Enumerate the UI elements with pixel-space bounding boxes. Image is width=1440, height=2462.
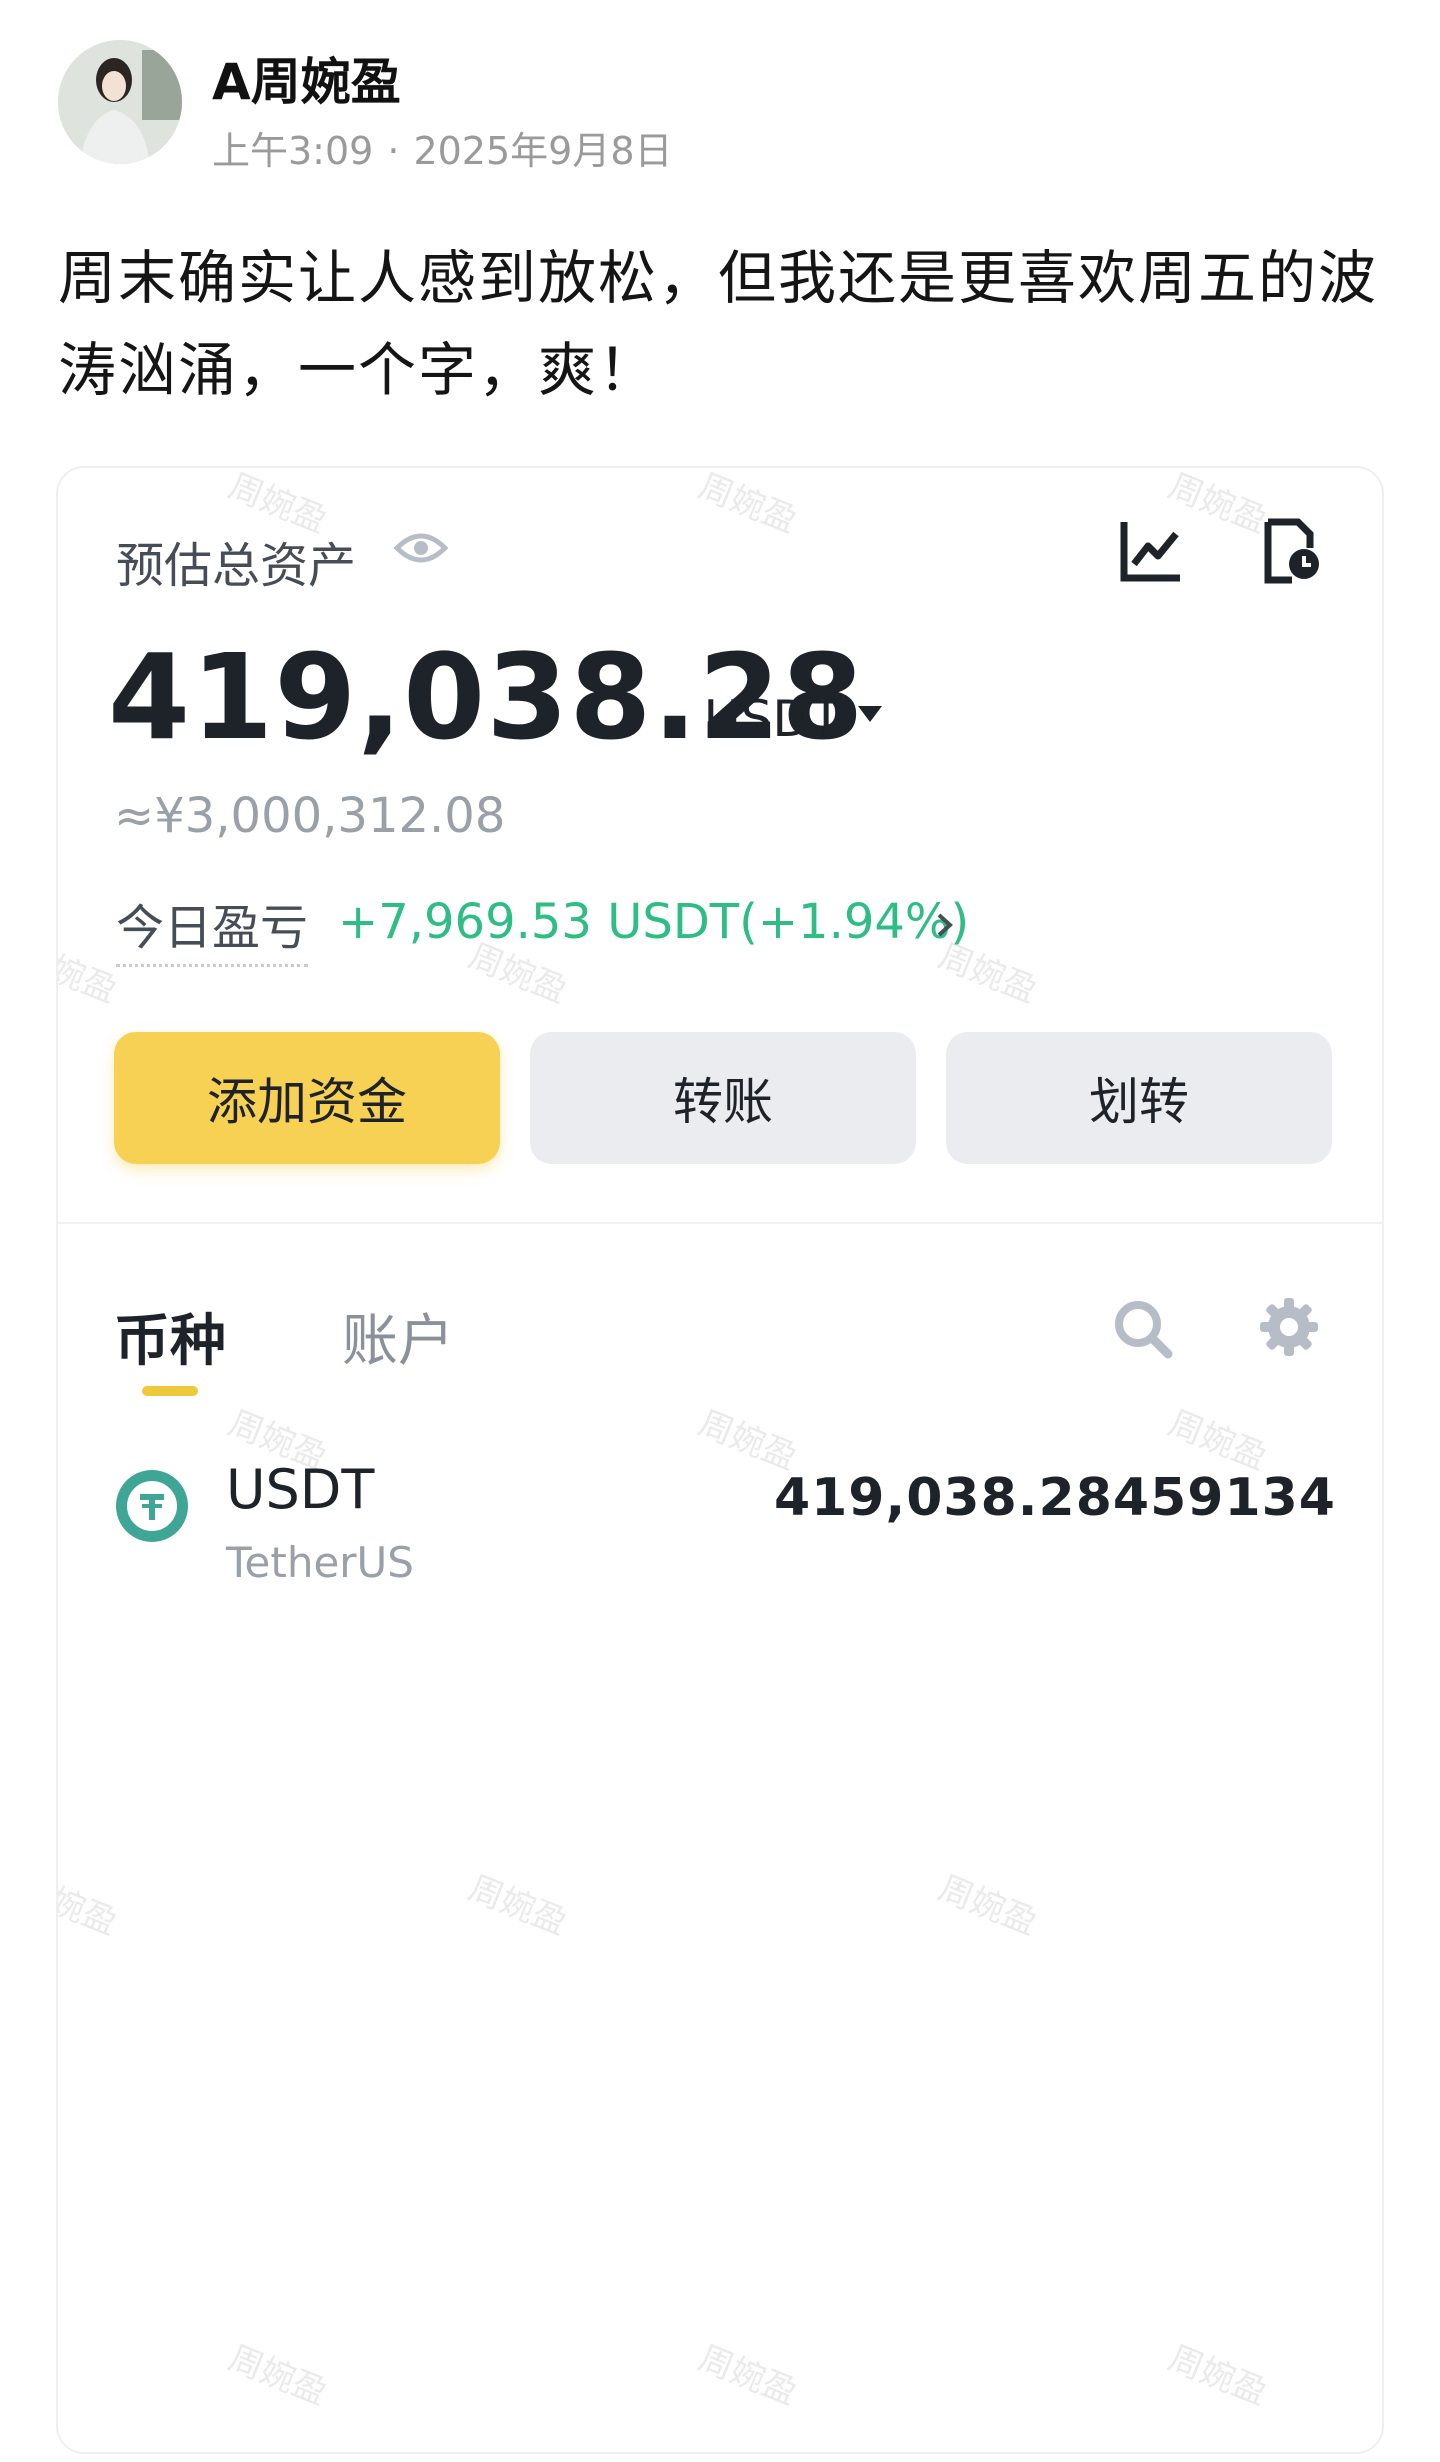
watermark: 周婉盈: [692, 1403, 803, 1479]
avatar[interactable]: [58, 40, 182, 164]
internal-transfer-button[interactable]: 划转: [946, 1032, 1332, 1164]
history-icon[interactable]: [1264, 518, 1324, 584]
meta-separator: ·: [387, 129, 400, 173]
today-pnl-label[interactable]: 今日盈亏: [116, 888, 309, 967]
author-name[interactable]: A周婉盈: [212, 42, 401, 114]
watermark: 周婉盈: [692, 466, 803, 542]
watermark: 周婉盈: [1162, 1403, 1273, 1479]
add-funds-button[interactable]: 添加资金: [114, 1032, 500, 1164]
fiat-equivalent: ≈¥3,000,312.08: [114, 788, 506, 844]
post-meta: 上午3:09 · 2025年9月8日: [212, 120, 673, 175]
estimated-assets-label: 预估总资产: [116, 538, 357, 594]
asset-name: TetherUS: [226, 1538, 414, 1587]
chevron-right-icon[interactable]: [934, 910, 956, 940]
eye-icon[interactable]: [394, 528, 448, 568]
divider: [58, 1222, 1382, 1224]
watermark: 周婉盈: [1162, 2338, 1273, 2414]
transfer-button[interactable]: 转账: [530, 1032, 916, 1164]
wallet-screenshot: 周婉盈 周婉盈 周婉盈 周婉盈 周婉盈 周婉盈 周婉盈 周婉盈 周婉盈 周婉盈 …: [56, 466, 1384, 2454]
tab-coin[interactable]: 币种: [114, 1296, 226, 1377]
currency-unit[interactable]: USDT: [704, 690, 841, 748]
watermark: 周婉盈: [56, 1868, 123, 1944]
tab-account[interactable]: 账户: [342, 1296, 454, 1377]
watermark: 周婉盈: [932, 1868, 1043, 1944]
tether-icon: [116, 1470, 188, 1542]
post-time: 上午3:09: [212, 129, 374, 173]
watermark: 周婉盈: [692, 2338, 803, 2414]
post-date: 2025年9月8日: [413, 129, 673, 173]
active-tab-indicator: [142, 1386, 198, 1396]
watermark: 周婉盈: [222, 2338, 333, 2414]
caret-down-icon[interactable]: [856, 704, 884, 724]
gear-icon[interactable]: [1258, 1296, 1320, 1358]
asset-symbol: USDT: [226, 1458, 375, 1521]
today-pnl-value[interactable]: +7,969.53 USDT(+1.94%): [338, 894, 969, 950]
asset-amount: 419,038.28459134: [773, 1468, 1336, 1528]
search-icon[interactable]: [1112, 1298, 1174, 1360]
watermark: 周婉盈: [462, 1868, 573, 1944]
line-chart-icon[interactable]: [1118, 518, 1184, 584]
post-text: 周末确实让人感到放松，但我还是更喜欢周五的波涛汹涌，一个字，爽！: [58, 244, 1379, 404]
